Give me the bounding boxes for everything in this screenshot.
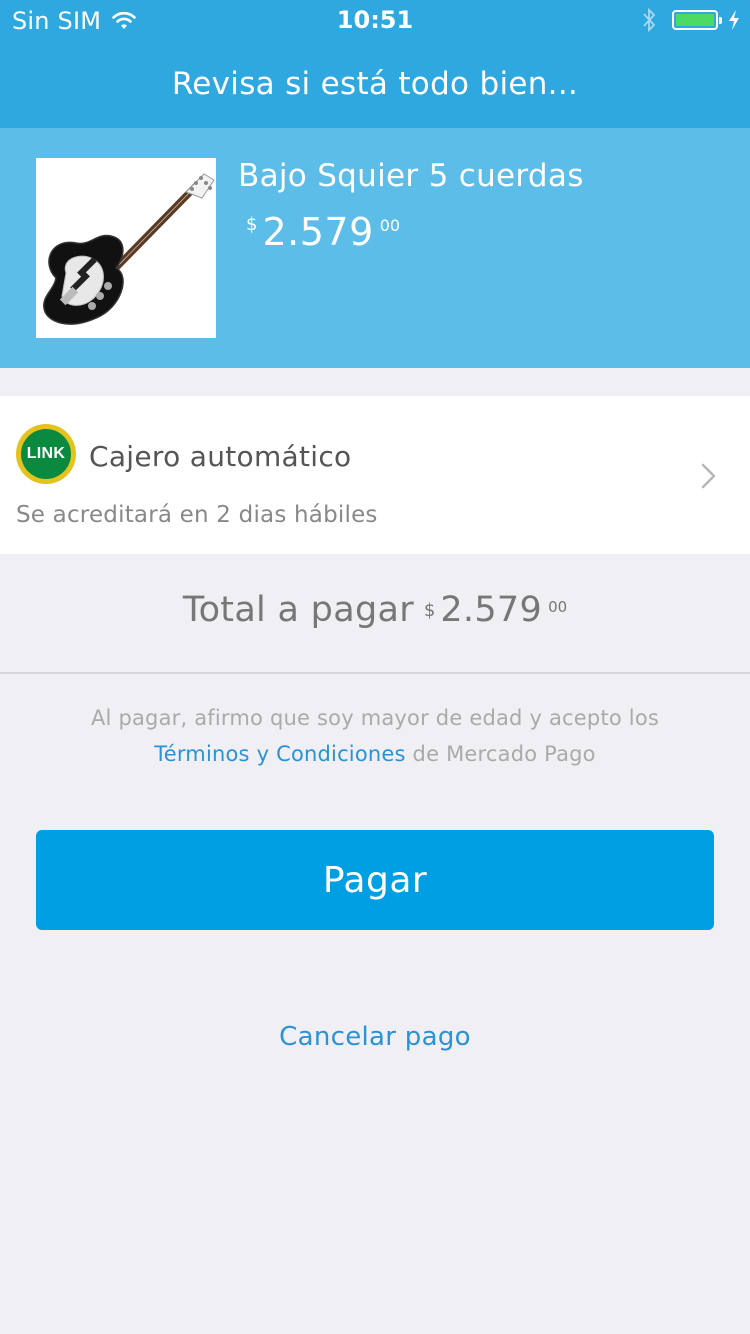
pay-button[interactable]: Pagar xyxy=(36,830,714,930)
bass-guitar-drawing xyxy=(43,173,215,325)
total-row: Total a pagar $ 2.579 00 xyxy=(0,554,750,674)
cancel-payment-link[interactable]: Cancelar pago xyxy=(0,1022,750,1052)
battery-fill xyxy=(676,14,714,26)
top-bar: Sin SIM 10:51 Revisa si está todo bien..… xyxy=(0,0,750,128)
payment-method-row[interactable]: LINK Cajero automático Se acreditará en … xyxy=(0,396,750,554)
payment-note: Se acreditará en 2 dias hábiles xyxy=(16,502,378,528)
price-integer: 2.579 xyxy=(262,210,374,254)
price-currency: $ xyxy=(246,214,258,235)
product-card: Bajo Squier 5 cuerdas $ 2.579 00 xyxy=(0,128,750,368)
status-bar: Sin SIM 10:51 xyxy=(0,0,750,40)
page-title: Revisa si está todo bien... xyxy=(171,66,579,102)
charging-icon xyxy=(729,10,739,30)
total-currency: $ xyxy=(423,600,436,621)
chevron-right-icon xyxy=(701,463,716,489)
total-label: Total a pagar xyxy=(182,590,414,630)
total-cents: 00 xyxy=(548,598,568,616)
terms-link[interactable]: Términos y Condiciones xyxy=(154,742,405,766)
product-title: Bajo Squier 5 cuerdas xyxy=(238,158,584,194)
link-logo: LINK xyxy=(16,424,76,484)
status-right xyxy=(642,8,740,32)
terms-text: Al pagar, afirmo que soy mayor de edad y… xyxy=(0,700,750,772)
terms-suffix: de Mercado Pago xyxy=(405,742,596,766)
product-price: $ 2.579 00 xyxy=(246,210,400,254)
link-logo-text: LINK xyxy=(26,445,66,462)
battery-icon xyxy=(672,10,722,30)
bluetooth-icon xyxy=(643,8,656,32)
price-cents: 00 xyxy=(379,216,401,235)
link-logo-inner: LINK xyxy=(21,429,71,479)
status-time: 10:51 xyxy=(336,6,414,34)
payment-method-label: Cajero automático xyxy=(89,440,352,473)
total-amount: 2.579 xyxy=(440,590,543,630)
terms-prefix: Al pagar, afirmo que soy mayor de edad y… xyxy=(90,706,660,730)
battery-tip xyxy=(719,17,722,24)
bass-guitar-image xyxy=(36,158,216,338)
